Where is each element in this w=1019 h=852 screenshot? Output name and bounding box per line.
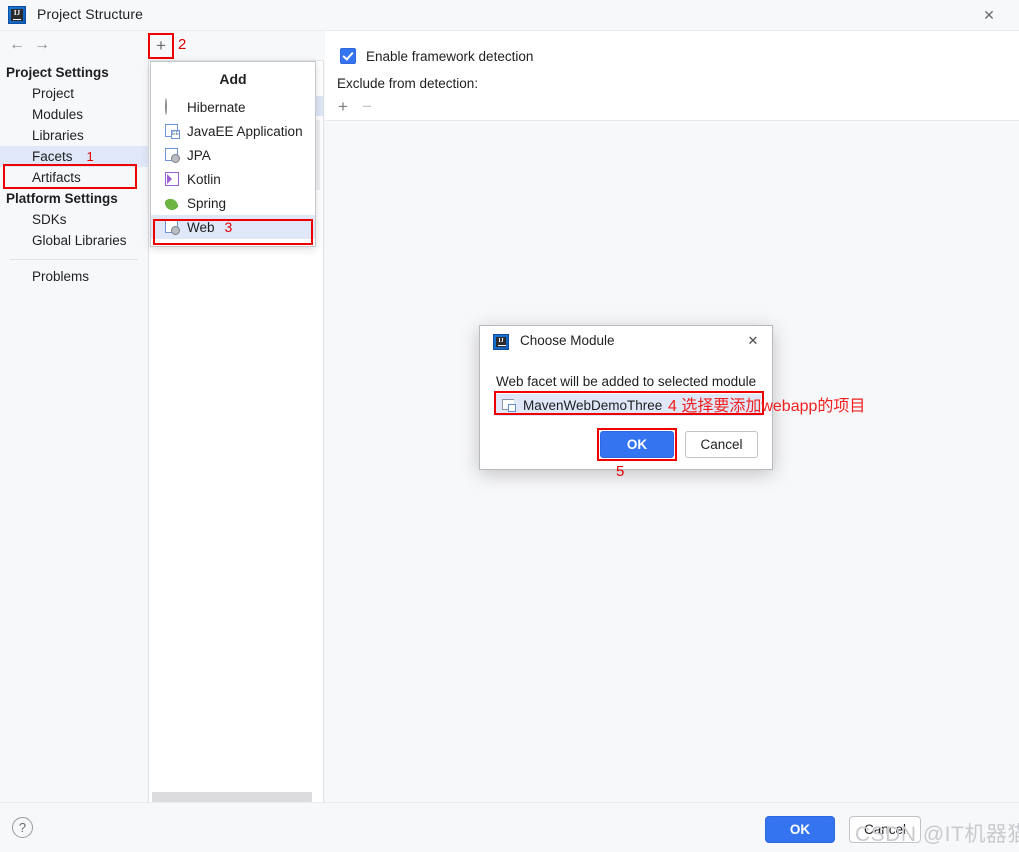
sidebar-item-label: Problems	[32, 269, 90, 284]
add-popup-title: Add	[219, 71, 247, 87]
add-menu-item-spring[interactable]: Spring	[151, 191, 315, 215]
close-icon[interactable]: ✕	[969, 0, 1009, 30]
sidebar-item-problems[interactable]: Problems	[0, 266, 148, 287]
javaee-icon: EE	[165, 123, 181, 139]
module-icon	[501, 397, 517, 413]
jpa-icon	[165, 147, 181, 163]
enable-framework-detection-label: Enable framework detection	[366, 48, 534, 64]
kotlin-icon	[165, 171, 181, 187]
sidebar-item-libraries[interactable]: Libraries	[0, 125, 148, 146]
add-menu-item-label: Kotlin	[187, 171, 221, 187]
remove-exclude-button: −	[362, 97, 372, 116]
dialog-ok-button[interactable]: OK	[600, 431, 674, 458]
annotation-step-4: 4 选择要添加webapp的项目	[668, 398, 866, 415]
add-menu-item-web[interactable]: Web 3	[151, 215, 315, 239]
sidebar-item-label: Libraries	[32, 128, 84, 143]
sidebar-item-label: Project	[32, 86, 75, 101]
sidebar-item-artifacts[interactable]: Artifacts	[0, 167, 148, 188]
back-arrow-icon[interactable]: ←	[6, 34, 28, 56]
add-exclude-button[interactable]: +	[331, 96, 355, 118]
add-menu-item-hibernate[interactable]: Hibernate	[151, 95, 315, 119]
sidebar-group-project-settings: Project Settings	[6, 65, 109, 80]
spring-icon	[163, 194, 181, 212]
choose-module-title: Choose Module	[520, 333, 615, 348]
add-menu-item-kotlin[interactable]: Kotlin	[151, 167, 315, 191]
sidebar-item-facets[interactable]: Facets 1	[0, 146, 148, 167]
intellij-logo-icon: IJ	[493, 334, 509, 350]
add-menu-item-javaee-application[interactable]: EE JavaEE Application	[151, 119, 315, 143]
add-facet-button[interactable]: +	[150, 35, 172, 57]
exclude-from-detection-label: Exclude from detection:	[337, 76, 479, 91]
forward-arrow-icon[interactable]: →	[31, 34, 53, 56]
add-menu-item-label: JPA	[187, 147, 211, 163]
add-menu-item-label: Spring	[187, 195, 227, 211]
sidebar-item-label: Global Libraries	[32, 233, 127, 248]
intellij-logo-icon: IJ	[8, 6, 26, 24]
add-facet-popup: Add Hibernate EE JavaEE Application JPA …	[150, 61, 316, 247]
close-icon[interactable]: ✕	[744, 332, 762, 350]
web-icon	[165, 219, 181, 235]
hibernate-icon	[165, 98, 181, 115]
help-button[interactable]: ?	[12, 817, 33, 838]
step-marker-5: 5	[616, 463, 625, 480]
facets-horizontal-scrollbar[interactable]	[152, 792, 312, 802]
dialog-cancel-button[interactable]: Cancel	[685, 431, 758, 458]
choose-module-titlebar: IJ Choose Module ✕	[480, 326, 772, 359]
add-menu-item-label: Hibernate	[187, 99, 246, 115]
choose-module-message: Web facet will be added to selected modu…	[496, 374, 757, 389]
exclude-toolbar: + −	[331, 96, 379, 118]
enable-framework-detection-checkbox[interactable]	[340, 48, 356, 64]
add-menu-item-label: JavaEE Application	[187, 123, 303, 139]
module-name-label: MavenWebDemoThree	[523, 397, 663, 413]
enable-framework-detection-row[interactable]: Enable framework detection	[340, 48, 533, 64]
step-marker-1: 1	[86, 149, 94, 164]
sidebar-item-global-libraries[interactable]: Global Libraries	[0, 230, 148, 251]
sidebar-divider	[10, 259, 138, 260]
sidebar-item-label: Facets	[32, 149, 73, 164]
project-structure-ok-button[interactable]: OK	[765, 816, 835, 843]
project-structure-cancel-button[interactable]: Cancel	[849, 816, 921, 843]
settings-sidebar: Project Settings Project Modules Librari…	[0, 62, 148, 802]
window-titlebar: IJ Project Structure ✕	[0, 0, 1019, 31]
add-menu-item-label: Web	[187, 219, 215, 235]
sidebar-item-project[interactable]: Project	[0, 83, 148, 104]
sidebar-item-label: Artifacts	[32, 170, 81, 185]
sidebar-item-label: Modules	[32, 107, 84, 122]
facets-toolbar	[148, 31, 324, 61]
sidebar-item-modules[interactable]: Modules	[0, 104, 148, 125]
sidebar-group-platform-settings: Platform Settings	[6, 191, 118, 206]
sidebar-item-label: SDKs	[32, 212, 67, 227]
step-marker-3: 3	[224, 219, 233, 235]
sidebar-item-sdks[interactable]: SDKs	[0, 209, 148, 230]
window-title: Project Structure	[37, 6, 143, 22]
add-menu-item-jpa[interactable]: JPA	[151, 143, 315, 167]
step-marker-2: 2	[178, 36, 187, 53]
